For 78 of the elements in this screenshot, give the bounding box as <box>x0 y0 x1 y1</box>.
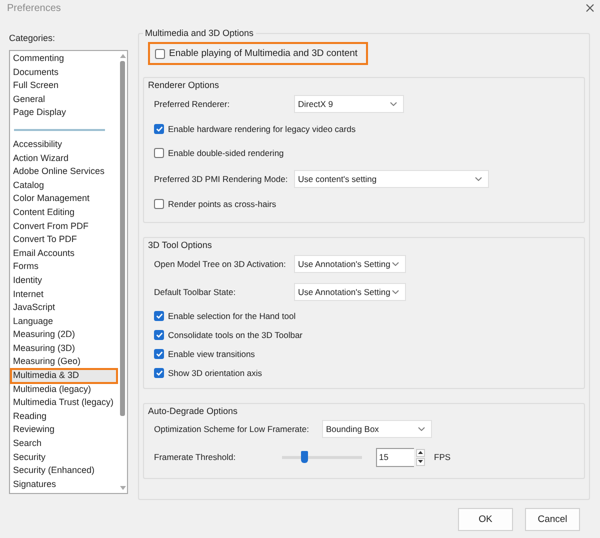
checkbox[interactable] <box>154 348 164 358</box>
checkbox[interactable] <box>155 48 165 58</box>
group-title: Renderer Options <box>146 80 222 90</box>
category-item[interactable]: Full Screen <box>11 79 117 93</box>
group-title: 3D Tool Options <box>146 240 214 250</box>
chevron-down-icon <box>418 427 425 431</box>
category-item[interactable]: Security <box>11 450 117 464</box>
checkbox-label: Enable view transitions <box>168 348 255 358</box>
dropdown[interactable]: Bounding Box <box>322 420 432 438</box>
checkbox-label: Consolidate tools on the 3D Toolbar <box>168 330 303 340</box>
unit-label: FPS <box>434 452 451 462</box>
checkbox[interactable] <box>154 310 164 320</box>
category-item[interactable]: Documents <box>11 66 117 80</box>
category-item[interactable]: Measuring (Geo) <box>11 355 117 370</box>
checkbox[interactable] <box>154 330 164 340</box>
category-item[interactable]: Commenting <box>11 52 117 66</box>
category-item[interactable]: Catalog <box>11 178 117 192</box>
chevron-down-icon <box>390 102 397 106</box>
category-item[interactable]: Signatures <box>11 478 117 492</box>
dropdown[interactable]: DirectX 9 <box>294 94 404 112</box>
spin-up-button[interactable] <box>416 448 425 456</box>
field-label: Open Model Tree on 3D Activation: <box>154 259 287 269</box>
category-item[interactable]: Reviewing <box>11 423 117 438</box>
category-item[interactable]: Email Accounts <box>11 246 117 260</box>
checkbox[interactable] <box>154 199 164 209</box>
number-field[interactable]: 15 <box>376 448 414 466</box>
dropdown[interactable]: Use Annotation's Setting <box>294 283 406 301</box>
category-item[interactable]: Reading <box>11 410 117 424</box>
category-item[interactable]: Multimedia (legacy) <box>11 382 117 396</box>
category-item[interactable]: Multimedia Trust (legacy) <box>11 396 117 410</box>
chevron-down-icon <box>392 290 399 294</box>
cancel-button[interactable]: Cancel <box>525 508 580 531</box>
category-item[interactable]: Identity <box>11 274 117 288</box>
category-item[interactable]: General <box>11 92 117 106</box>
group-title: Auto-Degrade Options <box>146 406 240 416</box>
close-icon[interactable] <box>586 4 594 12</box>
category-item[interactable]: Action Wizard <box>11 152 117 166</box>
field-label: Default Toolbar State: <box>154 287 237 297</box>
field-label: Optimization Scheme for Low Framerate: <box>154 424 310 434</box>
spin-down-button[interactable] <box>416 458 425 466</box>
checkbox[interactable] <box>154 368 164 378</box>
category-item[interactable]: Measuring (3D) <box>11 342 117 356</box>
checkbox[interactable] <box>154 148 164 158</box>
category-item[interactable]: Page Display <box>11 106 117 120</box>
category-item[interactable]: Multimedia & 3D <box>11 369 117 383</box>
dropdown[interactable]: Use Annotation's Setting <box>294 255 406 273</box>
slider-thumb[interactable] <box>300 451 308 463</box>
category-item[interactable]: Color Management <box>11 192 117 206</box>
checkbox-label: Show 3D orientation axis <box>168 368 262 378</box>
categories-label: Categories: <box>9 33 56 43</box>
checkbox[interactable] <box>154 124 164 134</box>
field-label: Framerate Threshold: <box>154 452 237 462</box>
group-title: Multimedia and 3D Options <box>143 28 256 38</box>
category-item[interactable]: Adobe Online Services <box>11 165 117 179</box>
category-item[interactable]: Content Editing <box>11 206 117 220</box>
category-item[interactable]: Convert From PDF <box>11 220 117 234</box>
category-item[interactable]: Accessibility <box>11 138 117 152</box>
window-title: Preferences <box>7 2 61 14</box>
ok-button[interactable]: OK <box>458 508 513 531</box>
category-item[interactable]: Search <box>11 437 117 451</box>
category-item[interactable]: Measuring (2D) <box>11 328 117 342</box>
chevron-down-icon <box>392 262 399 266</box>
category-item[interactable]: Convert To PDF <box>11 233 117 247</box>
scrollbar-thumb[interactable] <box>120 61 125 416</box>
field-label: Preferred 3D PMI Rendering Mode: <box>154 174 289 184</box>
checkbox-label: Enable selection for the Hand tool <box>168 310 296 320</box>
checkbox-label: Enable double-sided rendering <box>168 148 284 158</box>
dropdown[interactable]: Use content's setting <box>294 170 489 188</box>
checkbox-label: Enable playing of Multimedia and 3D content <box>169 48 358 59</box>
category-item[interactable]: Internet <box>11 288 117 302</box>
checkbox-label: Render points as cross-hairs <box>168 199 276 209</box>
category-item[interactable]: JavaScript <box>11 301 117 315</box>
checkbox-label: Enable hardware rendering for legacy video cards <box>168 124 356 134</box>
category-item[interactable]: Forms <box>11 260 117 274</box>
chevron-down-icon <box>475 176 482 180</box>
field-label: Preferred Renderer: <box>154 98 231 108</box>
category-item[interactable]: Language <box>11 314 117 328</box>
category-item[interactable]: Security (Enhanced) <box>11 464 117 478</box>
